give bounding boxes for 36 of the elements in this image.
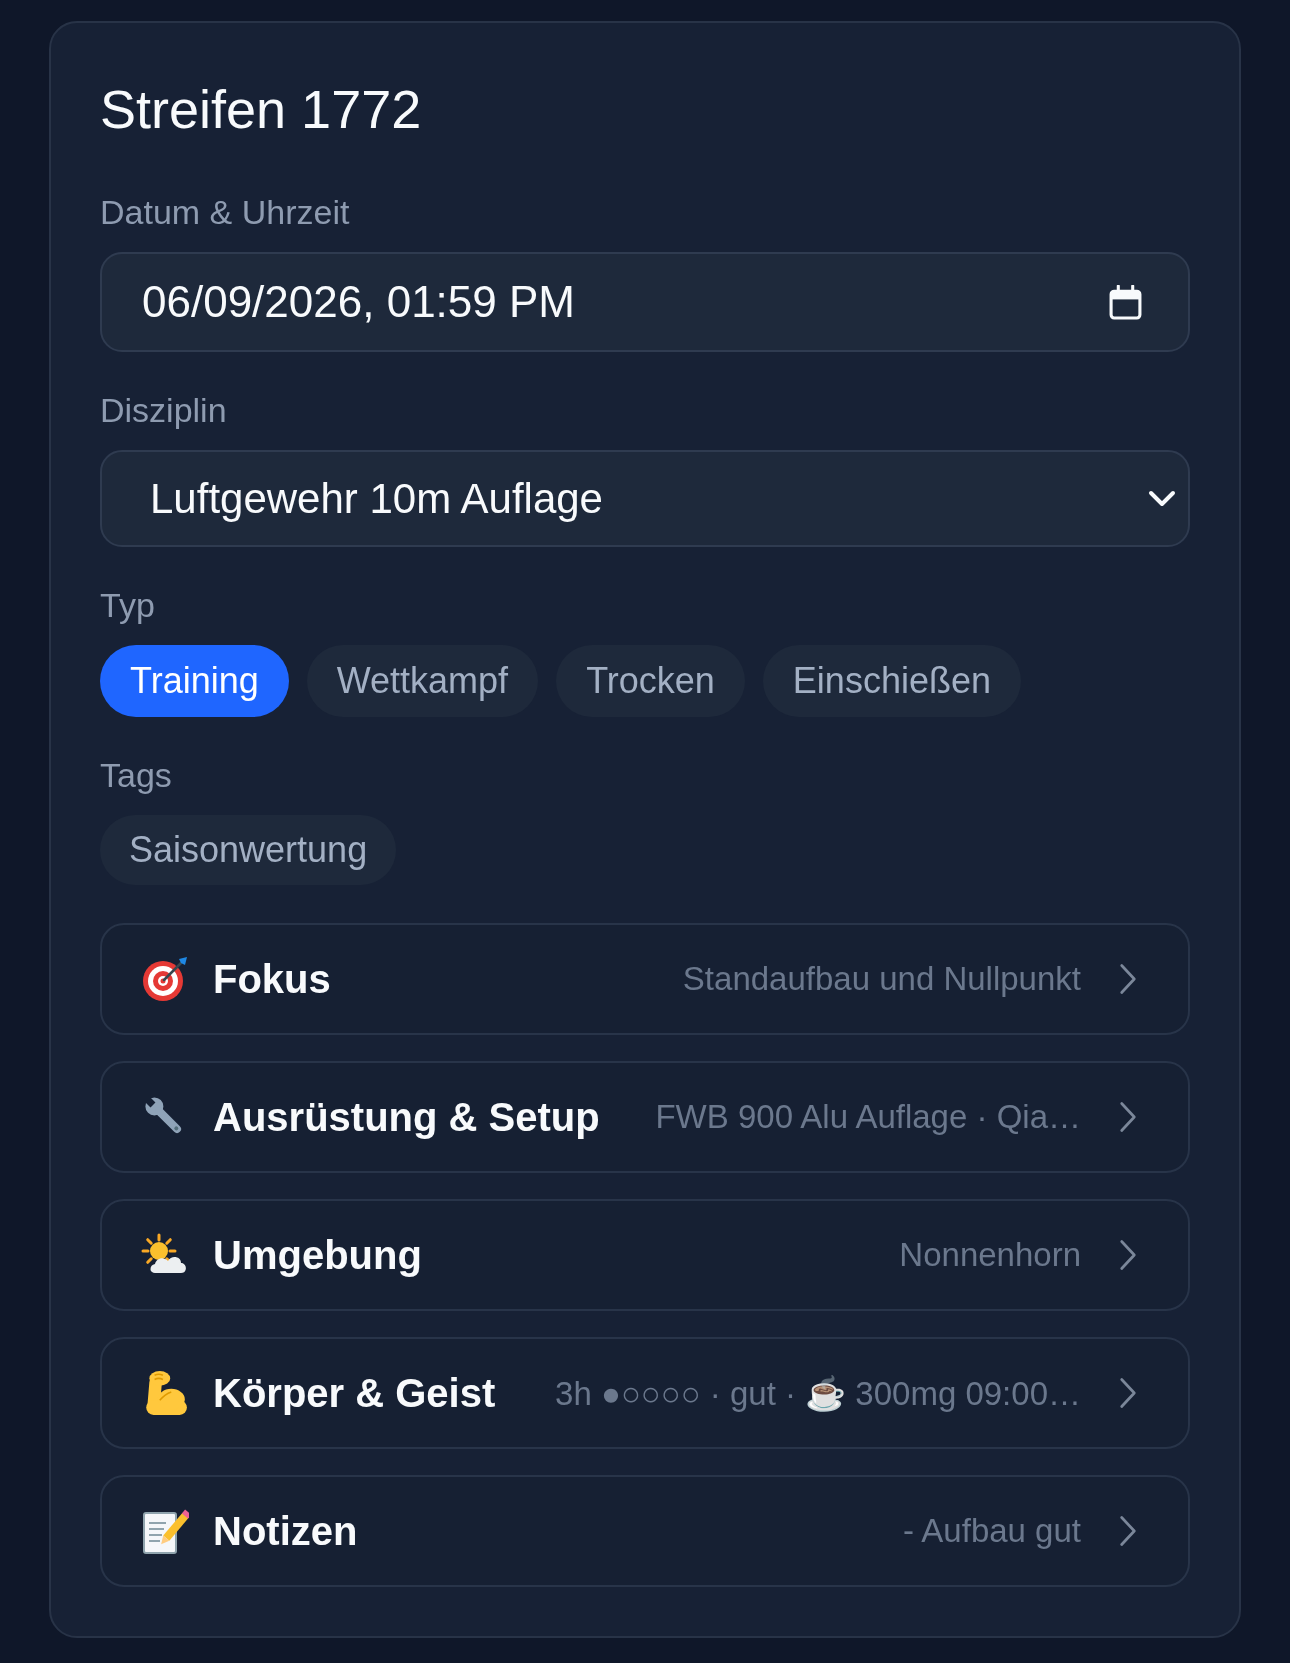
section-summary: Standaufbau und Nullpunkt bbox=[681, 960, 1081, 998]
chevron-right-icon bbox=[1119, 1238, 1137, 1272]
date-time-field[interactable]: 06/09/2026, 01:59 PM bbox=[100, 252, 1190, 352]
section-title: Umgebung bbox=[213, 1232, 422, 1278]
calendar-icon[interactable] bbox=[1109, 284, 1142, 320]
chevron-right-icon bbox=[1119, 1514, 1137, 1548]
type-chip[interactable]: Einschießen bbox=[762, 645, 1021, 717]
chevron-right-icon bbox=[1119, 962, 1137, 996]
section-title: Fokus bbox=[213, 956, 331, 1002]
section-title: Notizen bbox=[213, 1508, 358, 1554]
chevron-right-icon bbox=[1119, 1376, 1137, 1410]
field-label: Tags bbox=[100, 755, 172, 795]
section-row[interactable]: Körper & Geist 3h ●○○○○ · gut · ☕ 300mg 09:00… bbox=[100, 1337, 1190, 1449]
field-label: Datum & Uhrzeit bbox=[100, 192, 350, 232]
type-chip[interactable]: Wettkampf bbox=[306, 645, 539, 717]
section-summary: FWB 900 Alu Auflage · Qia… bbox=[654, 1098, 1081, 1136]
chevron-right-icon bbox=[1119, 1100, 1137, 1134]
type-chip[interactable]: Trocken bbox=[556, 645, 745, 717]
tag-chip[interactable]: Saisonwertung bbox=[100, 815, 397, 885]
section-row[interactable]: Umgebung Nonnenhorn bbox=[100, 1199, 1190, 1311]
section-summary: Nonnenhorn bbox=[898, 1236, 1081, 1274]
field-label: Disziplin bbox=[100, 390, 227, 430]
section-summary: 3h ●○○○○ · gut · ☕ 300mg 09:00… bbox=[554, 1373, 1081, 1413]
type-chip[interactable]: Training bbox=[100, 645, 289, 717]
section-row[interactable]: Ausrüstung & Setup FWB 900 Alu Auflage · Qia… bbox=[100, 1061, 1190, 1173]
discipline-select[interactable]: Luftgewehr 10m Auflage bbox=[100, 450, 1190, 547]
card-title: Streifen 1772 bbox=[100, 81, 422, 138]
section-row[interactable]: Notizen - Aufbau gut bbox=[100, 1475, 1190, 1587]
field-label: Typ bbox=[100, 585, 155, 625]
chevron-down-icon bbox=[1148, 489, 1176, 508]
target-icon bbox=[141, 955, 189, 1003]
memo-pencil-icon bbox=[141, 1507, 189, 1555]
section-row[interactable]: Fokus Standaufbau und Nullpunkt bbox=[100, 923, 1190, 1035]
section-title: Ausrüstung & Setup bbox=[213, 1094, 600, 1140]
section-summary: - Aufbau gut bbox=[902, 1512, 1081, 1550]
section-title: Körper & Geist bbox=[213, 1370, 496, 1416]
